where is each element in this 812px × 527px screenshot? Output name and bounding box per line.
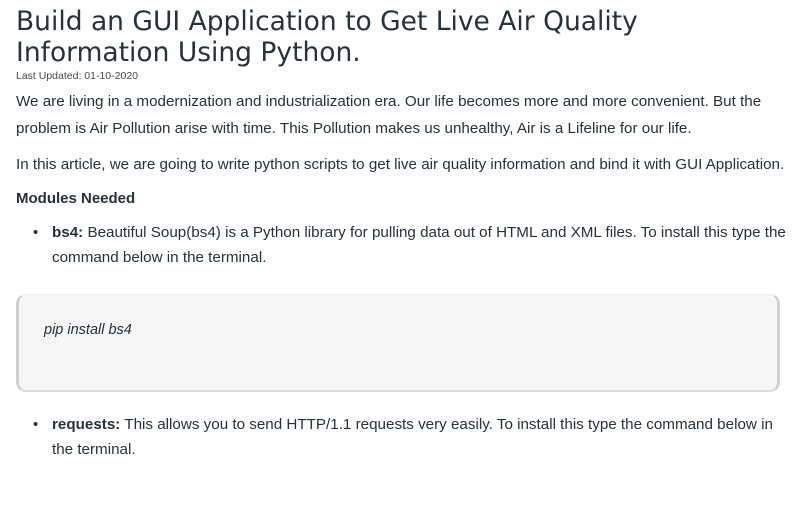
module-description: Beautiful Soup(bs4) is a Python library … (52, 224, 786, 266)
modules-heading: Modules Needed (16, 190, 136, 207)
code-text[interactable]: pip install bs4 (44, 322, 132, 338)
module-description: This allows you to send HTTP/1.1 request… (52, 416, 773, 458)
article-purpose-paragraph: In this article, we are going to write p… (16, 156, 785, 173)
article: Build an GUI Application to Get Live Air… (16, 6, 796, 462)
modules-list: • bs4: Beautiful Soup(bs4) is a Python li… (16, 220, 796, 270)
module-name: requests: (52, 416, 121, 433)
bullet-icon: • (33, 224, 39, 241)
intro-paragraph: We are living in a modernization and ind… (16, 93, 762, 137)
module-name: bs4: (52, 224, 84, 241)
code-block: pip install bs4 (16, 294, 780, 392)
bullet-icon: • (33, 416, 39, 433)
modules-list-continued: • requests: This allows you to send HTTP/… (16, 412, 796, 462)
article-title: Build an GUI Application to Get Live Air… (16, 6, 638, 68)
list-item: • bs4: Beautiful Soup(bs4) is a Python li… (16, 220, 796, 270)
last-updated-date: Last Updated: 01-10-2020 (16, 70, 139, 82)
list-item: • requests: This allows you to send HTTP/… (16, 412, 796, 462)
